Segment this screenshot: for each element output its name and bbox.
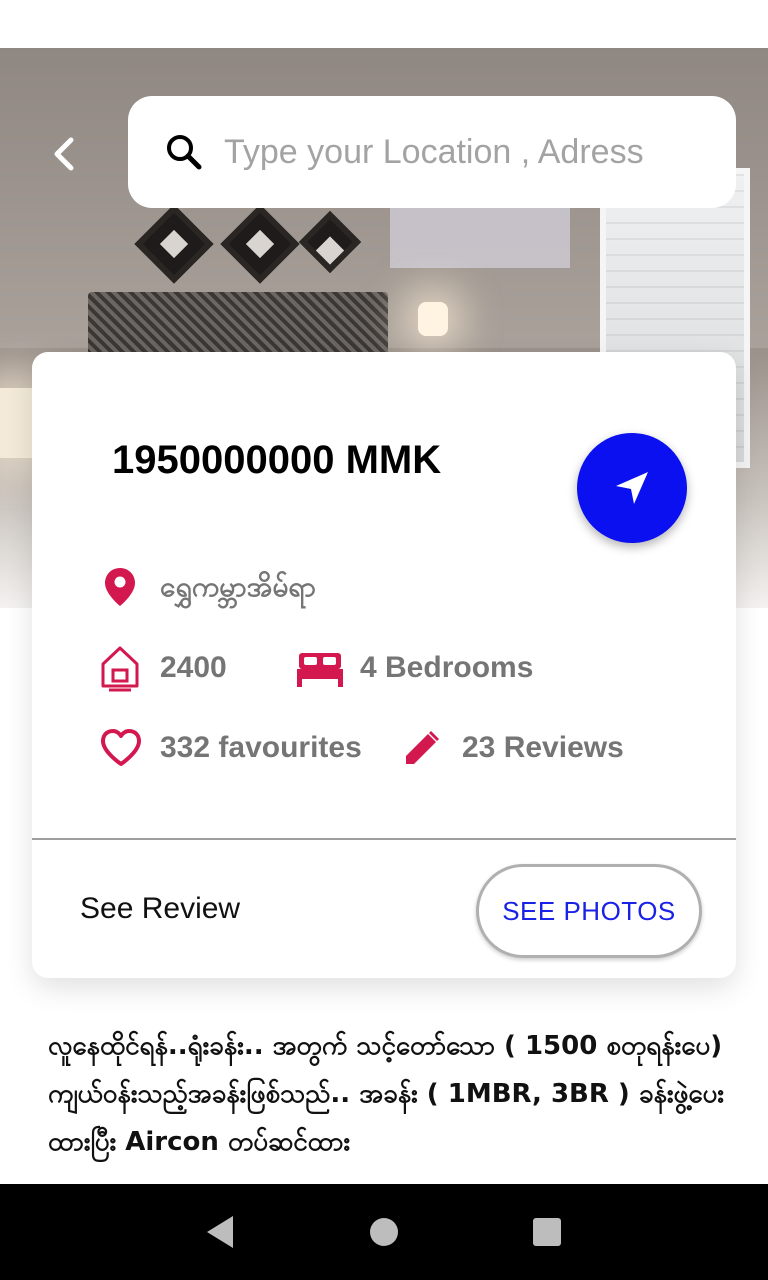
location-search-input[interactable] xyxy=(224,132,724,172)
see-review-link[interactable]: See Review xyxy=(80,892,240,926)
nav-recents-button[interactable] xyxy=(517,1202,577,1262)
favourites-count: 332 favourites xyxy=(160,731,362,764)
house-icon xyxy=(98,646,142,692)
back-button[interactable] xyxy=(40,130,88,178)
divider xyxy=(32,838,736,840)
triangle-back-icon xyxy=(207,1216,234,1248)
heart-outline-icon[interactable] xyxy=(98,726,144,770)
map-pin-icon xyxy=(98,565,142,609)
circle-home-icon xyxy=(369,1218,398,1246)
reviews-count: 23 Reviews xyxy=(462,731,624,764)
listing-card: 1950000000 MMK ရွှေကမ္ဘာအိမ်ရာ 2400 4 Be… xyxy=(32,352,736,978)
listing-description: လူနေထိုင်ရန်..ရုံးခန်း.. အတွက် သင့်တော်သ… xyxy=(48,1031,724,1157)
system-nav-bar xyxy=(0,1184,768,1280)
bed-icon xyxy=(294,646,346,690)
see-photos-button[interactable]: SEE PHOTOS xyxy=(476,864,702,958)
listing-price: 1950000000 MMK xyxy=(112,438,442,482)
navigate-button[interactable] xyxy=(577,433,687,543)
navigation-arrow-icon xyxy=(616,472,648,504)
status-bar xyxy=(0,0,768,48)
area-value: 2400 xyxy=(160,651,227,684)
nav-home-button[interactable] xyxy=(354,1202,414,1262)
pencil-icon[interactable] xyxy=(400,726,444,770)
square-recents-icon xyxy=(532,1218,561,1246)
chevron-left-icon xyxy=(54,137,74,171)
search-bar[interactable] xyxy=(128,96,736,208)
bedrooms-value: 4 Bedrooms xyxy=(360,651,534,684)
nav-back-button[interactable] xyxy=(191,1202,251,1262)
location-label: ရွှေကမ္ဘာအိမ်ရာ xyxy=(160,570,317,603)
search-icon xyxy=(164,132,204,172)
